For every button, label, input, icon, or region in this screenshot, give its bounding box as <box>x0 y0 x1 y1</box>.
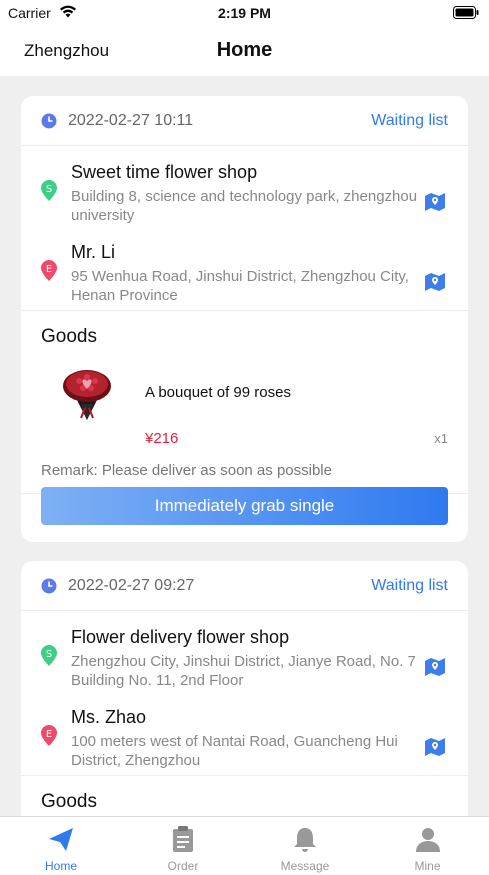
tab-label: Order <box>167 859 199 873</box>
goods-name: A bouquet of 99 roses <box>145 384 291 401</box>
tab-label: Message <box>280 859 330 873</box>
order-status-link[interactable]: Waiting list <box>371 112 448 130</box>
tab-order[interactable]: Order <box>122 817 244 875</box>
svg-text:E: E <box>46 264 52 275</box>
page-title: Home <box>216 39 273 61</box>
goods-price: ¥216 <box>145 430 179 447</box>
svg-text:S: S <box>46 649 52 660</box>
bouquet-image <box>59 364 115 424</box>
tab-bar: Home Order Message Mine <box>0 816 489 875</box>
order-remark: Remark: Please deliver as soon as possib… <box>41 462 332 479</box>
nav-bar: Zhengzhou Home <box>0 26 489 76</box>
paper-plane-icon <box>47 825 75 858</box>
order-datetime: 2022-02-27 10:11 <box>68 112 194 129</box>
sender-pin-icon: S <box>41 180 57 207</box>
tab-mine[interactable]: Mine <box>366 817 489 875</box>
map-icon[interactable] <box>424 272 446 297</box>
receiver-name: Ms. Zhao <box>71 707 147 727</box>
receiver-pin-icon: E <box>41 260 57 287</box>
grab-order-button[interactable]: Immediately grab single <box>41 487 448 525</box>
receiver-address: E Mr. Li 95 Wenhua Road, Jinshui Distric… <box>21 230 468 310</box>
receiver-address: E Ms. Zhao 100 meters west of Nantai Roa… <box>21 695 468 775</box>
map-icon[interactable] <box>424 192 446 217</box>
clock-icon <box>41 113 57 134</box>
map-icon[interactable] <box>424 737 446 762</box>
clipboard-icon <box>170 825 196 858</box>
goods-title: Goods <box>41 791 97 812</box>
map-icon[interactable] <box>424 657 446 682</box>
order-card: 2022-02-27 10:11 Waiting list S Sweet ti… <box>21 96 468 542</box>
receiver-detail: 95 Wenhua Road, Jinshui District, Zhengz… <box>71 268 409 304</box>
sender-address: S Sweet time flower shop Building 8, sci… <box>21 150 468 230</box>
order-datetime: 2022-02-27 09:27 <box>68 577 195 594</box>
clock-time: 2:19 PM <box>218 5 271 21</box>
person-icon <box>414 825 442 858</box>
sender-detail: Building 8, science and technology park,… <box>71 188 418 224</box>
svg-text:S: S <box>46 184 52 195</box>
bell-icon <box>291 825 319 858</box>
order-card-header: 2022-02-27 10:11 Waiting list <box>21 96 468 146</box>
receiver-name: Mr. Li <box>71 242 116 262</box>
address-section: S Sweet time flower shop Building 8, sci… <box>21 146 468 311</box>
receiver-pin-icon: E <box>41 725 57 752</box>
battery-icon <box>453 6 479 24</box>
tab-home[interactable]: Home <box>0 817 122 875</box>
goods-quantity: x1 <box>434 431 448 446</box>
sender-pin-icon: S <box>41 645 57 672</box>
sender-name: Sweet time flower shop <box>71 162 258 182</box>
tab-label: Mine <box>414 859 441 873</box>
sender-detail: Zhengzhou City, Jinshui District, Jianye… <box>71 653 416 689</box>
tab-message[interactable]: Message <box>244 817 366 875</box>
clock-icon <box>41 578 57 599</box>
sender-name: Flower delivery flower shop <box>71 627 290 647</box>
sender-address: S Flower delivery flower shop Zhengzhou … <box>21 615 468 695</box>
order-card-header: 2022-02-27 09:27 Waiting list <box>21 561 468 611</box>
receiver-detail: 100 meters west of Nantai Road, Guanchen… <box>71 733 398 769</box>
order-status-link[interactable]: Waiting list <box>371 577 448 595</box>
tab-label: Home <box>44 859 77 873</box>
order-list[interactable]: 2022-02-27 10:11 Waiting list S Sweet ti… <box>0 76 489 816</box>
status-bar: Carrier 2:19 PM <box>0 0 489 26</box>
goods-title: Goods <box>41 326 97 347</box>
order-card: 2022-02-27 09:27 Waiting list S Flower d… <box>21 561 468 816</box>
address-section: S Flower delivery flower shop Zhengzhou … <box>21 611 468 776</box>
svg-text:E: E <box>46 729 52 740</box>
